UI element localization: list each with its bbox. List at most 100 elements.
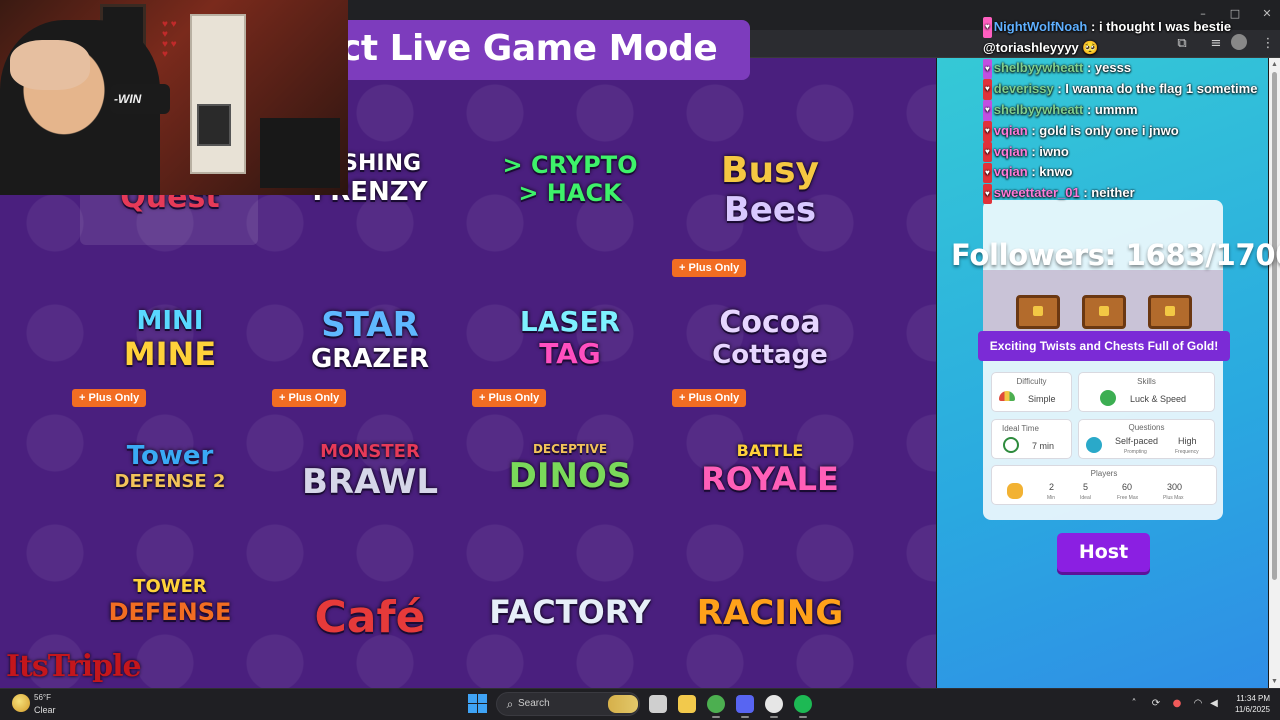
game-logo-line2: RACING [696,593,844,633]
weather-description[interactable]: Clear [34,705,56,715]
discord-taskbar-icon[interactable] [736,695,754,713]
game-logo-line2: Cottage [712,340,828,370]
difficulty-label: Difficulty [1016,377,1047,386]
spotify-taskbar-icon[interactable] [794,695,812,713]
game-mode-tile-deceptive-dinos[interactable]: DECEPTIVE DINOS [480,425,660,535]
game-mode-tile-monster-brawl[interactable]: MONSTER BRAWL [280,425,460,535]
taskbar [0,688,1280,720]
chrome-taskbar-icon[interactable] [707,695,725,713]
chat-badge-icon: ♥ [983,183,992,204]
volume-icon[interactable]: ◀ [1207,697,1221,711]
game-logo-line2: GRAZER [310,344,430,374]
webcam-overlay: ♥ ♥ ♥ ♥ ♥ ♥ -WIN [0,0,348,195]
chat-message: ♥ shelbyywheatt : yesss [983,58,1273,80]
chat-badge-icon: ♥ [983,162,992,184]
players-ideal: 5 [1083,482,1089,492]
plus-only-badge: + Plus Only [72,389,147,407]
skills-label: Skills [1137,377,1156,386]
chat-message: ♥ sweettater_01 : neither [983,183,1273,204]
door [190,14,246,174]
game-mode-tile-racing[interactable]: RACING [680,560,860,670]
players-ideal-label: Ideal [1080,495,1091,501]
chest-icon [1016,295,1060,329]
game-logo-line2: > HACK [518,179,622,207]
file-explorer-taskbar-icon[interactable] [678,695,696,713]
players-box: Players 2 Min 5 Ideal 60 Free Max 300 Pl… [991,465,1217,505]
wifi-icon[interactable]: ◠ [1191,697,1205,711]
questions-label: Questions [1128,423,1165,432]
chat-badge-icon: ♥ [983,58,992,80]
windows-start-icon[interactable] [468,694,488,714]
game-logo-line1: STAR [321,305,419,345]
game-mode-tile-tower-defense-2[interactable]: Tower DEFENSE 2 [80,425,260,535]
chat-text: : yesss [1083,60,1132,76]
game-logo-line1: Cocoa [719,305,821,340]
weather-icon[interactable] [12,694,30,712]
running-indicator [741,716,749,718]
chat-overlay: ♥ NightWolfNoah : i thought I was bestie … [983,17,1273,204]
chat-username: vqian [993,122,1028,138]
game-logo-line1: Tower [126,441,214,471]
game-mode-tile-crypto-hack[interactable]: > CRYPTO > HACK [480,135,660,245]
chat-badge-icon: ♥ [983,17,992,38]
heart-decorations: ♥ ♥ ♥ ♥ ♥ ♥ [162,19,177,60]
players-plus-max: 300 [1167,482,1183,492]
game-mode-tile-laser-tag[interactable]: LASER TAG [480,290,660,400]
skills-value: Luck & Speed [1130,394,1187,404]
screen: { "browser": { "extensions_icon": "puzzl… [0,0,1280,720]
obs-taskbar-icon[interactable] [765,695,783,713]
game-mode-tile-factory[interactable]: FACTORY [480,560,660,670]
search-icon: ⌕ [506,697,514,711]
difficulty-box: Difficulty Simple [991,372,1072,412]
chevron-up-icon[interactable]: ˄ [1127,697,1141,711]
chat-badge-icon: ♥ [983,100,992,121]
chat-message: ♥ vqian : knwo [983,162,1273,184]
questions-box: Questions Self-paced Prompting High Freq… [1078,419,1215,459]
page-title: ct Live Game Mode [340,28,718,69]
chat-username: NightWolfNoah [993,19,1088,34]
chat-badge-icon: ♥ [983,121,992,142]
players-free-max: 60 [1122,482,1133,492]
chat-badge-icon: ♥ [983,79,992,100]
game-logo-line2: ROYALE [701,460,839,498]
sync-icon[interactable]: ⟳ [1149,697,1163,711]
players-min: 2 [1049,482,1055,492]
game-mode-tile-mini-mine[interactable]: MINI MINE [80,290,260,400]
players-free-max-label: Free Max [1117,495,1139,501]
game-mode-tile-cafe[interactable]: Café [280,560,460,670]
weather-temperature[interactable]: 56°F [34,693,51,702]
players-min-label: Min [1047,495,1056,501]
chat-message: ♥ NightWolfNoah : i thought I was bestie … [983,17,1273,58]
game-logo-line1: MONSTER [320,441,420,462]
search-highlight-image [608,695,638,713]
plus-only-badge: + Plus Only [672,389,747,407]
taskbar-clock[interactable]: 11:34 PM 11/6/2025 [1220,693,1270,715]
search-placeholder: Search [518,698,550,709]
chat-username: sweettater_01 [993,185,1080,201]
plus-only-badge: + Plus Only [472,389,547,407]
host-button[interactable]: Host [1057,533,1150,572]
game-mode-tile-busy-bees[interactable]: Busy Bees [680,135,860,245]
chest-icon [1148,295,1192,329]
clock-icon [1003,437,1019,453]
ideal-time-value: 7 min [1032,441,1055,451]
streamer-hand [10,40,90,90]
scroll-down-arrow[interactable]: ▼ [1270,677,1279,686]
game-mode-tile-cocoa-cottage[interactable]: Cocoa Cottage [680,290,860,400]
game-logo-line2: DINOS [508,456,632,496]
game-logo-line2: TAG [539,337,601,370]
chat-badge-icon: ♥ [983,141,992,163]
chat-text: : ummm [1083,101,1138,117]
running-indicator [770,716,778,718]
chat-message: ♥ shelbyywheatt : ummm [983,100,1273,121]
game-mode-tile-star-grazer[interactable]: STAR GRAZER [280,290,460,400]
chat-message: ♥ vqian : iwno [983,141,1273,163]
running-indicator [712,716,720,718]
task-view-taskbar-icon[interactable] [649,695,667,713]
questions-frequency-sub: Frequency [1175,449,1199,455]
game-mode-tile-battle-royale[interactable]: BATTLE ROYALE [680,425,860,535]
players-plus-max-label: Plus Max [1163,495,1184,501]
microphone-icon[interactable]: ● [1170,697,1184,711]
players-label: Players [1090,469,1118,478]
game-logo-line2: Café [314,592,426,643]
